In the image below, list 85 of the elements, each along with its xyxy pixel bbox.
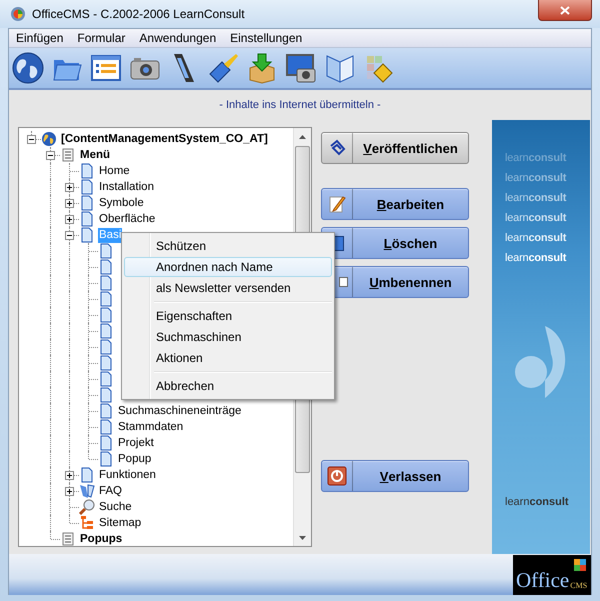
close-button[interactable] — [538, 0, 592, 21]
page-icon — [98, 275, 114, 291]
toolbar-button[interactable] — [285, 52, 317, 84]
brand-logo: learnconsult — [505, 171, 568, 186]
globe-icon — [12, 52, 44, 84]
brand-logo: learnconsult — [505, 251, 568, 266]
page-icon — [98, 323, 114, 339]
page-icon — [98, 339, 114, 355]
scroll-up-icon[interactable] — [299, 134, 306, 138]
page-icon — [98, 435, 114, 451]
expand-toggle[interactable] — [46, 151, 55, 160]
tree-item[interactable]: Popups — [79, 532, 124, 546]
expand-toggle[interactable] — [65, 215, 74, 224]
app-icon — [10, 6, 26, 22]
page-icon — [79, 179, 95, 195]
toolbar-button[interactable] — [90, 52, 122, 84]
menu-item[interactable]: Einstellungen — [230, 31, 302, 45]
action-button[interactable]: Veröffentlichen — [321, 132, 469, 164]
power-icon — [327, 466, 347, 486]
menu-item[interactable]: Formular — [77, 31, 126, 45]
page-icon — [98, 451, 114, 467]
tree-item[interactable]: Home — [98, 164, 131, 178]
page-icon — [98, 387, 114, 403]
tree-item[interactable]: Funktionen — [98, 468, 157, 482]
sitemap-icon — [79, 515, 95, 531]
page-icon — [79, 211, 95, 227]
page-icon — [98, 403, 114, 419]
brand-logo: learnconsult — [505, 151, 568, 166]
monitor-camera-icon — [285, 52, 317, 84]
search-icon — [79, 499, 95, 515]
menu-item[interactable]: Anordnen nach Name — [124, 257, 332, 277]
tree-item[interactable]: Installation — [98, 180, 155, 194]
globe-icon — [41, 131, 57, 147]
note-pencil-icon — [327, 194, 347, 214]
page-icon — [98, 419, 114, 435]
close-icon[interactable] — [560, 6, 570, 14]
menu-item[interactable]: Eigenschaften — [124, 306, 332, 326]
tree-item[interactable]: Suche — [98, 500, 133, 514]
brush-icon — [207, 52, 239, 84]
office-logo: Office CMS — [513, 555, 591, 595]
menu-item[interactable]: Suchmaschinen — [124, 327, 332, 347]
scroll-down-icon[interactable] — [299, 536, 306, 540]
page-icon — [98, 371, 114, 387]
page-icon — [98, 259, 114, 275]
action-button[interactable]: Verlassen — [321, 460, 469, 492]
menu-item[interactable]: Aktionen — [124, 348, 332, 368]
menu-item[interactable]: Anwendungen — [139, 31, 216, 45]
page-icon — [98, 243, 114, 259]
toolbar-button[interactable] — [207, 52, 239, 84]
page-icon — [79, 467, 95, 483]
tree-item[interactable]: FAQ — [98, 484, 124, 498]
page-icon — [98, 307, 114, 323]
expand-toggle[interactable] — [65, 231, 74, 240]
tree-item[interactable]: Sitemap — [98, 516, 142, 530]
menu-item[interactable]: Abbrechen — [124, 376, 332, 396]
page-icon — [79, 227, 95, 243]
brand-logo: learnconsult — [505, 191, 568, 206]
page-icon — [79, 163, 95, 179]
toolbar-button[interactable] — [12, 52, 44, 84]
window-title: OfficeCMS - C.2002-2006 LearnConsult — [32, 7, 245, 21]
tree-item[interactable]: Symbole — [98, 196, 145, 210]
brand-logo: learnconsult — [505, 211, 568, 226]
menu-item[interactable]: Einfügen — [16, 31, 64, 45]
expand-toggle[interactable] — [27, 135, 36, 144]
page-icon — [98, 355, 114, 371]
expand-toggle[interactable] — [65, 199, 74, 208]
tree-item[interactable]: Projekt — [117, 436, 155, 450]
action-button[interactable]: Löschen — [321, 227, 469, 259]
tree-item[interactable]: Oberfläche — [98, 212, 156, 226]
page-icon — [79, 195, 95, 211]
list-window-icon — [90, 52, 122, 84]
tree-item[interactable]: [ContentManagementSystem_CO_AT] — [60, 132, 269, 146]
tree-item[interactable]: Menü — [79, 148, 112, 162]
info-text: - Inhalte ins Internet übermitteln - — [9, 90, 591, 120]
brand-logo: learnconsult — [505, 231, 568, 246]
brand-logo: learnconsult — [505, 496, 570, 508]
tree-item[interactable]: Suchmaschineneinträge — [117, 404, 242, 418]
expand-toggle[interactable] — [65, 487, 74, 496]
action-button[interactable]: Bearbeiten — [321, 188, 469, 220]
page-icon — [98, 291, 114, 307]
list-icon — [60, 147, 76, 163]
expand-toggle[interactable] — [65, 183, 74, 192]
tree-item[interactable]: Popup — [117, 452, 152, 466]
tree-item[interactable]: Stammdaten — [117, 420, 184, 434]
expand-toggle[interactable] — [65, 471, 74, 480]
